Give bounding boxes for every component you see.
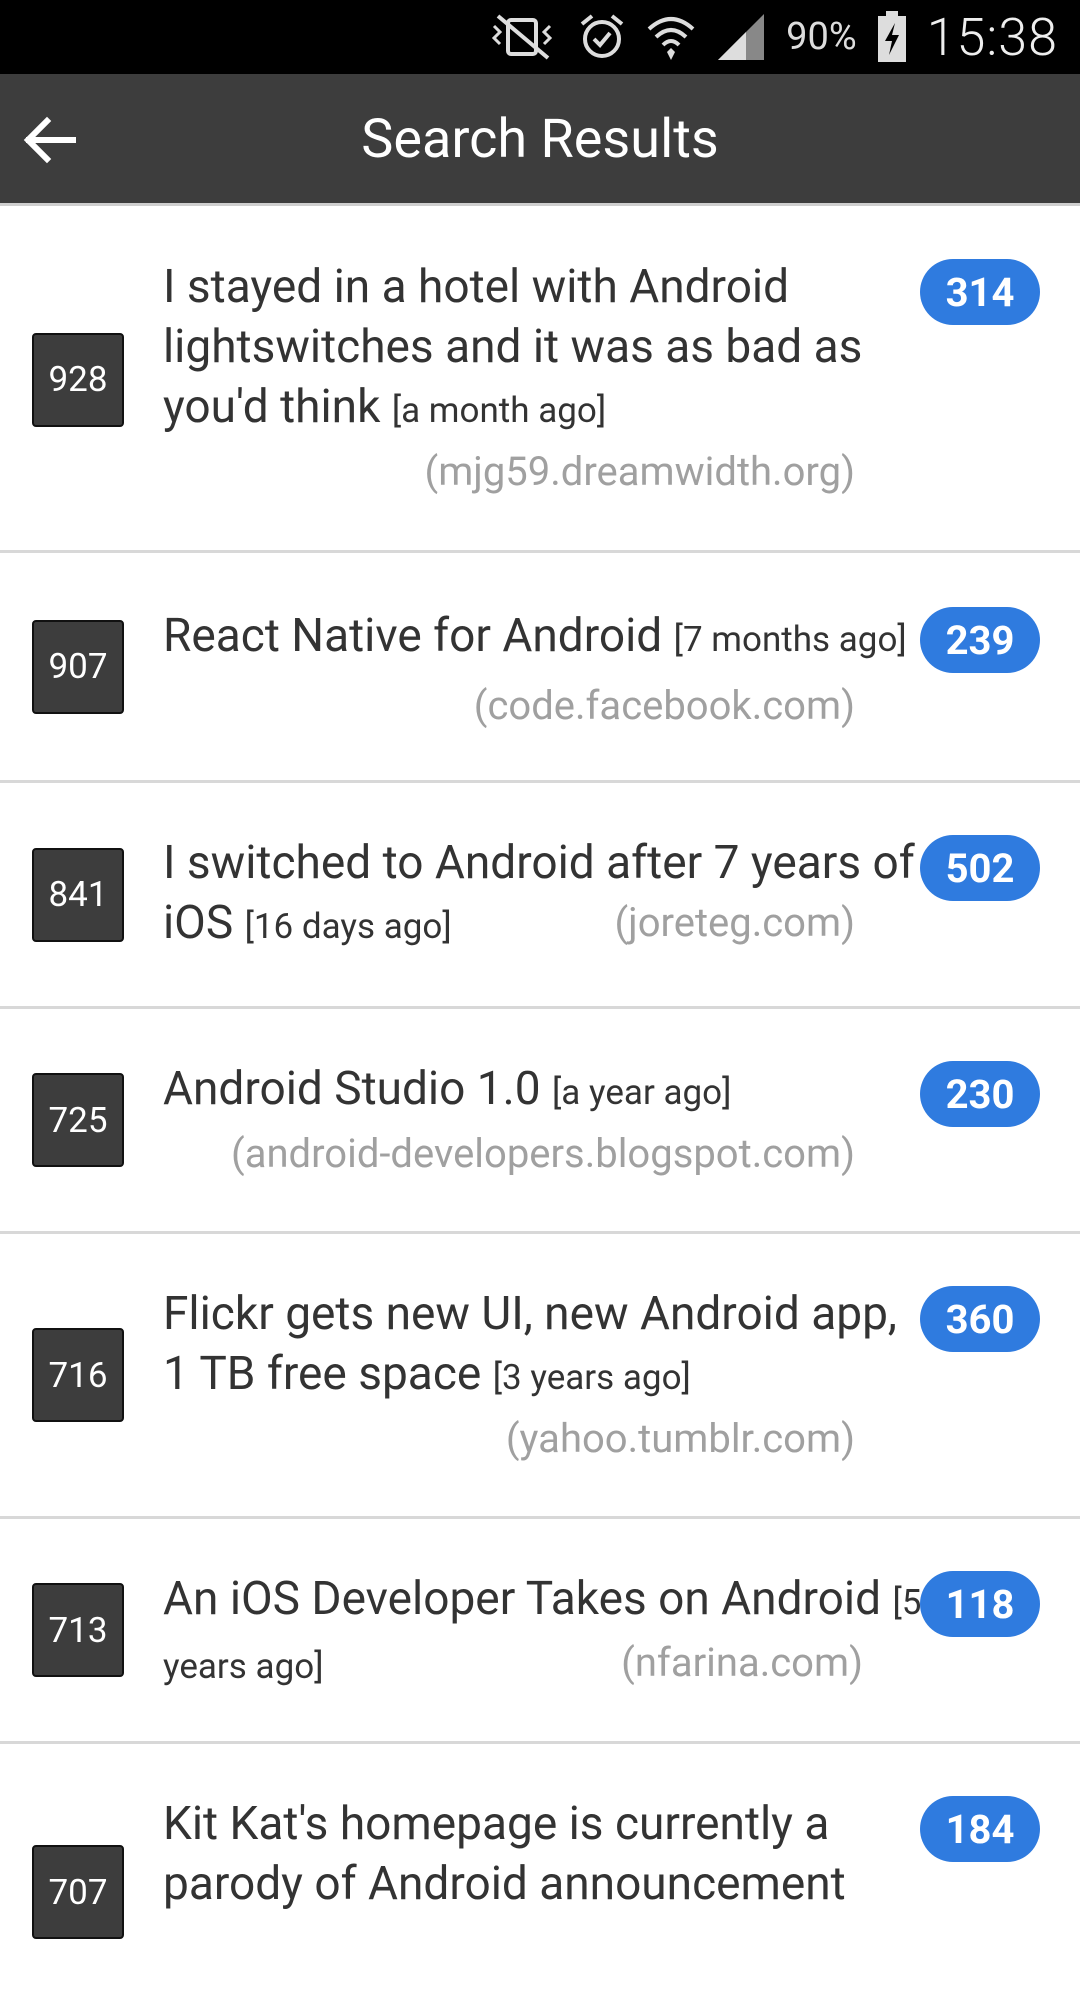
item-domain: (mjg59.dreamwidth.org)	[424, 448, 856, 495]
item-content: React Native for Android [7 months ago] …	[163, 603, 915, 739]
comments-badge[interactable]: 230	[920, 1061, 1040, 1127]
item-domain: (code.facebook.com)	[473, 682, 855, 729]
score-box: 716	[32, 1328, 124, 1422]
score-box: 725	[32, 1073, 124, 1167]
item-domain: (yahoo.tumblr.com)	[505, 1415, 855, 1462]
item-content: An iOS Developer Takes on Android [5 yea…	[163, 1569, 923, 1697]
vibrate-off-icon	[488, 12, 558, 62]
item-title[interactable]: An iOS Developer Takes on Android	[163, 1572, 881, 1626]
list-item[interactable]: 716 Flickr gets new UI, new Android app,…	[0, 1234, 1080, 1519]
battery-charging-icon	[877, 11, 907, 63]
item-age: [3 years ago]	[492, 1357, 691, 1398]
item-title[interactable]: Kit Kat's homepage is currently a parody…	[163, 1797, 846, 1911]
comments-badge[interactable]: 360	[920, 1286, 1040, 1352]
status-bar: 90% 15:38	[0, 0, 1080, 74]
score-box: 907	[32, 619, 124, 714]
item-age: [7 months ago]	[673, 619, 907, 660]
score-box: 713	[32, 1583, 124, 1677]
results-list: 928 I stayed in a hotel with Android lig…	[0, 209, 1080, 2014]
item-title[interactable]: Android Studio 1.0	[163, 1062, 541, 1116]
list-item[interactable]: 707 Kit Kat's homepage is currently a pa…	[0, 1744, 1080, 2014]
battery-percent: 90%	[786, 15, 857, 59]
comments-badge[interactable]: 184	[920, 1796, 1040, 1862]
alarm-icon	[578, 12, 626, 62]
comments-badge[interactable]: 502	[920, 835, 1040, 901]
status-icons: 90% 15:38	[488, 0, 1058, 74]
comments-badge[interactable]: 314	[920, 259, 1040, 325]
item-content: I switched to Android after 7 years of i…	[163, 833, 915, 957]
wifi-icon	[646, 12, 696, 62]
score-box: 928	[32, 332, 124, 427]
item-content: Kit Kat's homepage is currently a parody…	[163, 1794, 915, 1914]
list-item[interactable]: 928 I stayed in a hotel with Android lig…	[0, 209, 1080, 553]
list-item[interactable]: 713 An iOS Developer Takes on Android [5…	[0, 1519, 1080, 1744]
item-domain: (nfarina.com)	[621, 1639, 863, 1686]
clock: 15:38	[926, 6, 1058, 68]
list-item[interactable]: 841 I switched to Android after 7 years …	[0, 783, 1080, 1009]
item-domain: (android-developers.blogspot.com)	[231, 1130, 855, 1177]
item-age: [a year ago]	[552, 1072, 732, 1113]
item-content: Android Studio 1.0 [a year ago] (android…	[163, 1059, 915, 1185]
page-title: Search Results	[361, 108, 719, 171]
score-box: 841	[32, 847, 124, 942]
app-bar: Search Results	[0, 74, 1080, 206]
list-item[interactable]: 907 React Native for Android [7 months a…	[0, 553, 1080, 783]
cell-signal-icon	[716, 12, 766, 62]
item-content: Flickr gets new UI, new Android app, 1 T…	[163, 1284, 915, 1470]
score-box: 707	[32, 1845, 124, 1939]
item-age: [a month ago]	[391, 390, 607, 431]
item-content: I stayed in a hotel with Android lightsw…	[163, 257, 915, 503]
item-title[interactable]: React Native for Android	[163, 609, 662, 663]
item-age: [16 days ago]	[244, 906, 452, 947]
comments-badge[interactable]: 239	[920, 607, 1040, 673]
item-domain: (joreteg.com)	[614, 899, 855, 946]
list-item[interactable]: 725 Android Studio 1.0 [a year ago] (and…	[0, 1009, 1080, 1234]
comments-badge[interactable]: 118	[920, 1571, 1040, 1637]
